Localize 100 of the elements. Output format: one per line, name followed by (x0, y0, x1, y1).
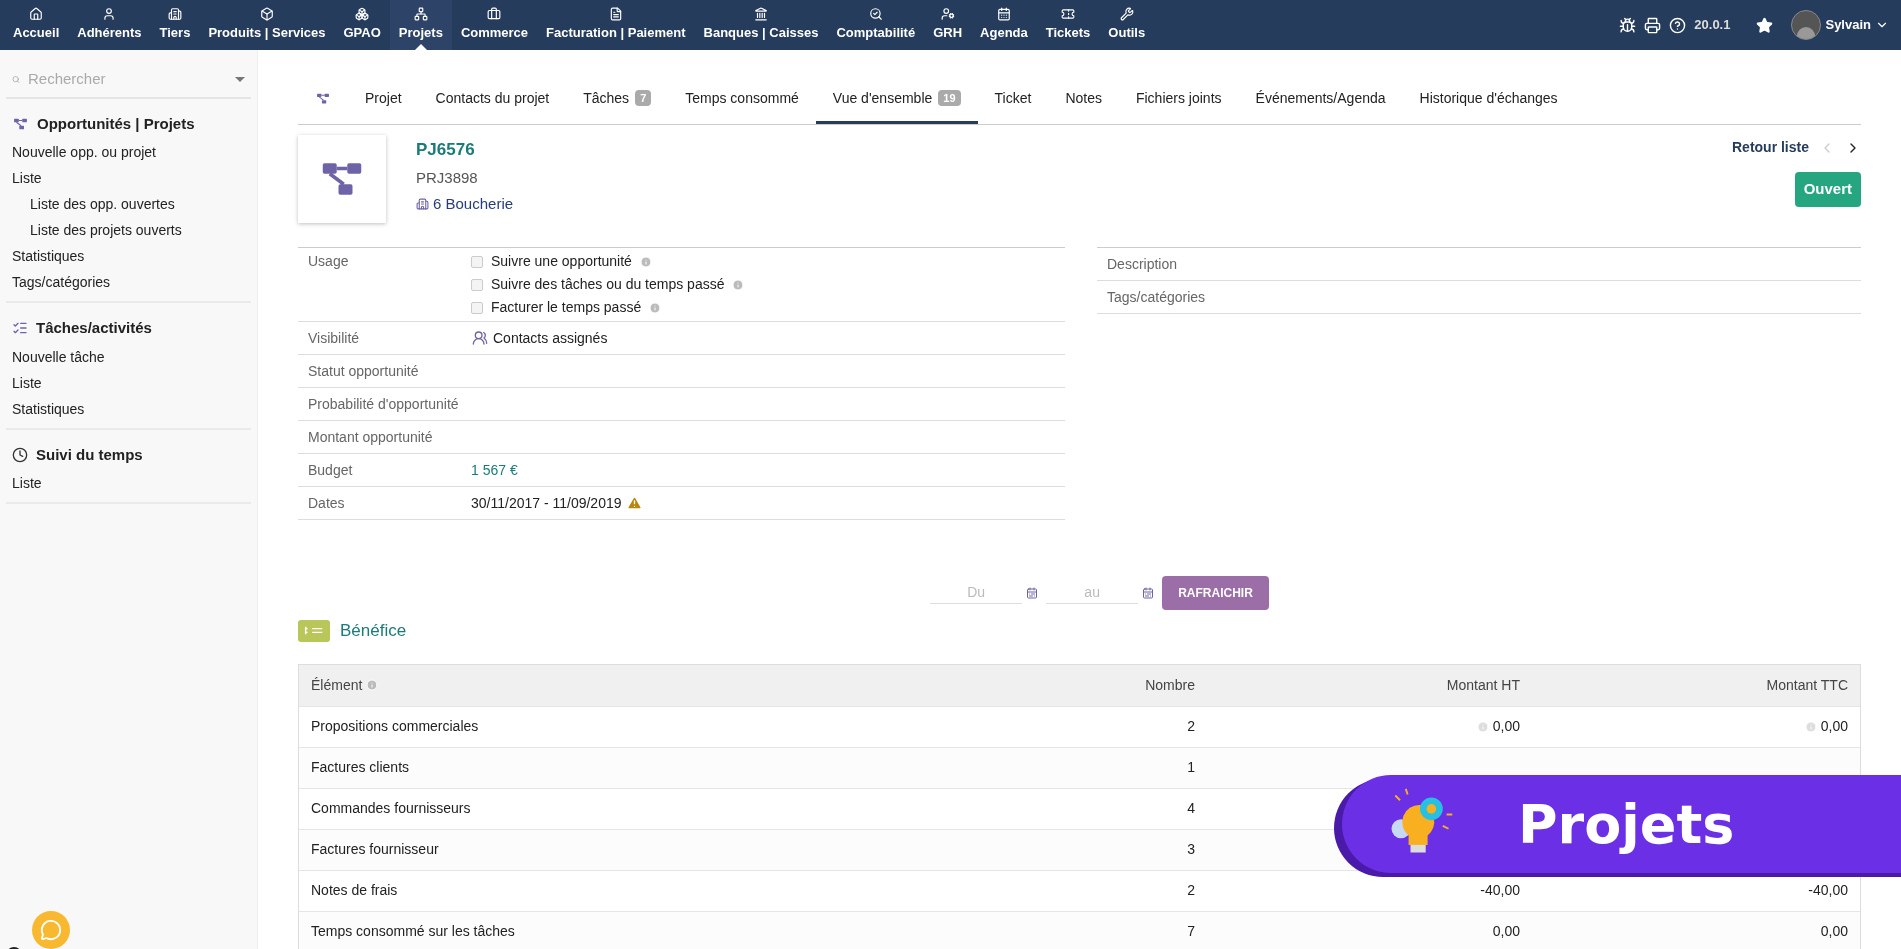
menu-item[interactable]: Liste (6, 165, 251, 191)
section-title[interactable]: Suivi du temps (36, 443, 143, 466)
table-cell-text: Factures clients (311, 758, 411, 777)
calendar-icon (996, 7, 1011, 22)
tab[interactable]: Notes (1048, 75, 1119, 124)
field-value: 30/11/2017 - 11/09/2019 (471, 493, 622, 513)
back-link[interactable]: Retour liste (1732, 137, 1809, 158)
status-badge: Ouvert (1794, 172, 1861, 207)
menu-item[interactable]: Statistiques (6, 395, 251, 422)
count-badge: 7 (635, 89, 652, 107)
help-icon[interactable] (1669, 16, 1687, 34)
user-name[interactable]: Sylvain (1825, 15, 1871, 35)
network-icon (12, 116, 29, 131)
search-field[interactable]: Rechercher (28, 68, 227, 91)
table-cell-text: 0,00 (1820, 922, 1848, 941)
info-icon (639, 255, 652, 268)
avatar[interactable] (1791, 10, 1822, 40)
info-icon (649, 301, 662, 314)
table-cell-text: 0,00 (1492, 922, 1520, 941)
cubes-icon (355, 7, 370, 22)
nav-item[interactable]: Accueil (4, 0, 69, 50)
version-label: 20.0.1 (1694, 16, 1731, 35)
tab[interactable]: Tâches 7 (566, 75, 669, 124)
person-icon (940, 7, 955, 22)
section-title[interactable]: Opportunités | Projets (37, 112, 195, 135)
bank-icon (754, 7, 768, 22)
refresh-button[interactable]: RAFRAICHIR (1162, 576, 1269, 610)
date-to-field[interactable]: au (1046, 582, 1139, 604)
field-label: Montant opportunité (307, 427, 434, 447)
building-icon (416, 197, 429, 212)
section-heading: Bénéfice (340, 620, 407, 642)
menu-item[interactable]: Tags/catégories (6, 269, 251, 295)
dropdown-caret-icon (235, 76, 245, 82)
field-label: Statut opportunité (307, 361, 420, 381)
nav-item[interactable]: Banques | Caisses (694, 0, 828, 50)
option-label: Suivre une opportunité (491, 252, 632, 271)
tab[interactable]: Projet (348, 75, 419, 124)
nav-item[interactable]: Commerce (451, 0, 538, 50)
tab[interactable]: Fichiers joints (1118, 75, 1239, 124)
nav-item[interactable]: Comptabilité (827, 0, 925, 50)
nav-item[interactable]: GPAO (334, 0, 390, 50)
field-label: Usage (307, 252, 350, 271)
calendar-icon[interactable] (1026, 587, 1039, 599)
nav-item[interactable]: Tickets (1036, 0, 1100, 50)
nav-item[interactable]: Projets (389, 0, 452, 50)
caret-icon (414, 44, 427, 50)
tab[interactable]: Ticket (977, 75, 1049, 124)
column-header: Montant HT (1445, 675, 1520, 695)
info-icon (732, 278, 745, 291)
nav-item[interactable]: Tiers (150, 0, 200, 50)
checkbox[interactable] (471, 278, 483, 291)
table-cell-text: 3 (1186, 840, 1195, 859)
nav-item[interactable]: GRH (924, 0, 972, 50)
section-title[interactable]: Tâches/activités (36, 317, 152, 340)
network-icon (413, 7, 428, 22)
menu-item[interactable]: Liste (6, 470, 251, 496)
home-icon (29, 7, 44, 22)
field-label: Budget (307, 460, 354, 480)
table-cell-text: Propositions commerciales (311, 717, 480, 736)
tab[interactable]: Temps consommé (668, 75, 816, 124)
tab[interactable]: Contacts du projet (418, 75, 567, 124)
menu-item[interactable]: Statistiques (6, 243, 251, 269)
tab[interactable]: Historique d'échanges (1402, 75, 1575, 124)
menu-item[interactable]: Liste (6, 369, 251, 396)
nav-item[interactable]: Adhérents (68, 0, 151, 50)
nav-item[interactable]: Facturation | Paiement (537, 0, 695, 50)
printer-icon[interactable] (1644, 16, 1662, 34)
nav-item[interactable]: Produits | Services (199, 0, 335, 50)
table-cell-text: Factures fournisseur (311, 840, 440, 859)
menu-item[interactable]: Nouvelle opp. ou projet (6, 139, 251, 165)
clock-icon (12, 446, 28, 463)
document-icon (608, 7, 623, 22)
menu-item[interactable]: Liste des projets ouverts (6, 217, 251, 243)
search-icon (868, 7, 883, 22)
tab[interactable]: Vue d'ensemble 19 (815, 75, 978, 124)
checkbox[interactable] (471, 301, 483, 314)
nav-item[interactable]: Agenda (971, 0, 1037, 50)
ticket-icon (1061, 7, 1076, 22)
calendar-icon[interactable] (1142, 587, 1155, 599)
info-icon (366, 679, 379, 691)
tools-icon (1119, 7, 1134, 22)
menu-item[interactable]: Liste des opp. ouvertes (6, 191, 251, 217)
date-from-field[interactable]: Du (930, 582, 1023, 604)
option-label: Suivre des tâches ou du temps passé (491, 275, 725, 294)
building-icon (167, 7, 182, 22)
briefcase-icon (487, 7, 502, 22)
table-cell-text: Commandes fournisseurs (311, 799, 472, 818)
field-value: Contacts assignés (493, 328, 608, 348)
star-icon[interactable] (1756, 16, 1774, 34)
table-cell-text: 0,00 (1492, 717, 1520, 736)
table-cell-text: 1 (1186, 758, 1195, 777)
nav-item[interactable]: Outils (1099, 0, 1155, 50)
tab[interactable]: Événements/Agenda (1238, 75, 1403, 124)
table-cell-text: Notes de frais (311, 881, 399, 900)
menu-item[interactable]: Nouvelle tâche (6, 343, 251, 370)
thirdparty-link[interactable]: 6 Boucherie (433, 193, 514, 216)
field-label: Dates (307, 493, 346, 513)
checkbox[interactable] (471, 255, 483, 268)
table-cell-text: 2 (1186, 717, 1195, 736)
bug-icon[interactable] (1619, 16, 1637, 34)
